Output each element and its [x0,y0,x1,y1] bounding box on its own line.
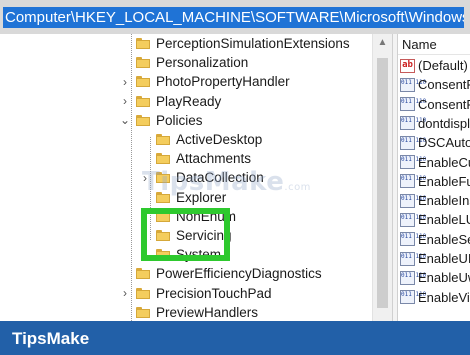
dword-value-icon: 011 110 [400,155,426,169]
expander-placeholder [118,34,132,53]
expander-placeholder [138,149,152,168]
folder-icon [136,268,150,280]
dword-value-icon: 011 110 [400,174,426,189]
tree-item-label: PlayReady [156,93,222,109]
address-bar[interactable]: Computer\HKEY_LOCAL_MACHINE\SOFTWARE\Mic… [0,0,470,34]
collapse-arrow-icon[interactable]: ⌄ [118,111,132,130]
expand-arrow-icon[interactable]: › [118,72,132,91]
folder-icon [136,57,150,69]
dword-value-icon: 011 110 [400,270,426,285]
value-name: EnableVirtualization [418,289,470,305]
tree-item[interactable]: PerceptionSimulationExtensions [118,34,350,53]
value-row[interactable]: 011 110EnableSecureUIAPaths [400,230,470,249]
folder-icon [156,134,170,145]
dword-value-icon: 011 110 [400,193,426,208]
expander-placeholder [118,303,132,321]
dword-value-icon: 011 110 [400,135,426,150]
scroll-up-arrow-icon[interactable]: ▲ [373,36,392,50]
tree-item-label: ActiveDesktop [176,132,263,147]
expand-arrow-icon[interactable]: › [118,284,132,303]
dword-value-icon: 011 110 [400,251,426,266]
watermark: TipsMake.com [142,167,311,197]
value-row[interactable]: 011 110EnableFullTrustStartupTasks [400,172,470,191]
tree-item[interactable]: Attachments [138,149,251,168]
dword-value-icon: 011 110 [400,77,426,92]
value-name: EnableCursorSuppression [418,154,470,170]
highlight-box [141,208,230,261]
value-name: ConsentPromptBehaviorUser [418,96,470,112]
dword-value-icon: 011 110 [400,116,426,131]
value-row[interactable]: 011 110ConsentPromptBehaviorAdmin [400,75,470,94]
value-row[interactable]: 011 110EnableUwpStartupTasks [400,268,470,287]
value-name: DSCAutomationHostEnabled [418,135,470,151]
values-pane: Name ab(Default)011 110ConsentPromptBeha… [398,34,470,321]
tree-item[interactable]: › PlayReady [118,92,221,111]
value-row[interactable]: 011 110DSCAutomationHostEnabled [400,133,470,152]
tree-item-label: PhotoPropertyHandler [156,74,290,90]
folder-icon [136,306,150,318]
folder-icon [136,95,150,107]
value-name: EnableUwpStartupTasks [418,270,470,286]
value-row[interactable]: ab (Default) [400,56,468,75]
tree-item[interactable]: PowerEfficiencyDiagnostics [118,264,322,283]
folder-icon [156,153,170,165]
value-row[interactable]: 011 110EnableCursorSuppression [400,153,470,172]
expander-placeholder [118,53,132,72]
value-row[interactable]: 011 110EnableLUA [400,210,470,229]
tree-item-label: PrecisionTouchPad [156,285,272,301]
value-name: EnableSecureUIAPaths [418,231,470,247]
tree-item[interactable]: Personalization [118,53,248,72]
expand-arrow-icon[interactable]: › [118,92,132,111]
value-name: EnableInstallerDetection [418,193,470,209]
tree-item-label: Attachments [176,151,252,167]
value-row[interactable]: 011 110dontdisplaylastusername [400,114,470,133]
folder-icon [136,76,150,88]
tree-item-label: PowerEfficiencyDiagnostics [156,266,322,282]
expander-placeholder [118,264,132,283]
value-row[interactable]: 011 110EnableVirtualization [400,288,470,307]
dword-value-icon: 011 110 [400,232,426,247]
dword-value-icon: 011 110 [400,212,426,227]
folder-icon [136,38,150,49]
value-name: EnableLUA [418,212,470,228]
tree-item[interactable]: › PhotoPropertyHandler [118,72,290,91]
scroll-thumb[interactable] [377,58,388,308]
dword-value-icon: 011 110 [400,290,426,305]
value-name: (Default) [418,58,468,73]
tree-item-label: Policies [156,112,203,128]
expander-placeholder [138,130,152,149]
tree-item[interactable]: PreviewHandlers [118,303,258,321]
folder-icon [136,287,150,299]
value-name: ConsentPromptBehaviorAdmin [418,77,470,93]
folder-icon [136,114,150,126]
tree-scrollbar[interactable]: ▲ [372,34,392,321]
footer-bar: TipsMake [0,321,470,355]
value-row[interactable]: 011 110ConsentPromptBehaviorUser [400,95,470,114]
dword-value-icon: 011 110 [400,97,426,112]
value-row[interactable]: 011 110EnableUIADesktopToggle [400,249,470,268]
brand-logo: TipsMake [12,329,90,348]
value-name: EnableUIADesktopToggle [418,251,470,266]
value-row[interactable]: 011 110EnableInstallerDetection [400,191,470,210]
string-value-icon: ab [400,58,415,73]
tree-item[interactable]: ActiveDesktop [138,130,262,149]
tree-item-label: PerceptionSimulationExtensions [156,36,350,51]
tree-item[interactable]: › PrecisionTouchPad [118,284,272,303]
tree-item-label: Personalization [156,55,249,71]
value-name: dontdisplaylastusername [418,115,470,131]
address-path[interactable]: Computer\HKEY_LOCAL_MACHINE\SOFTWARE\Mic… [3,7,464,28]
tree-item-label: PreviewHandlers [156,304,259,320]
value-name: EnableFullTrustStartupTasks [418,173,470,189]
tree-item[interactable]: ⌄ Policies [118,111,203,130]
column-header-name[interactable]: Name [398,34,470,55]
